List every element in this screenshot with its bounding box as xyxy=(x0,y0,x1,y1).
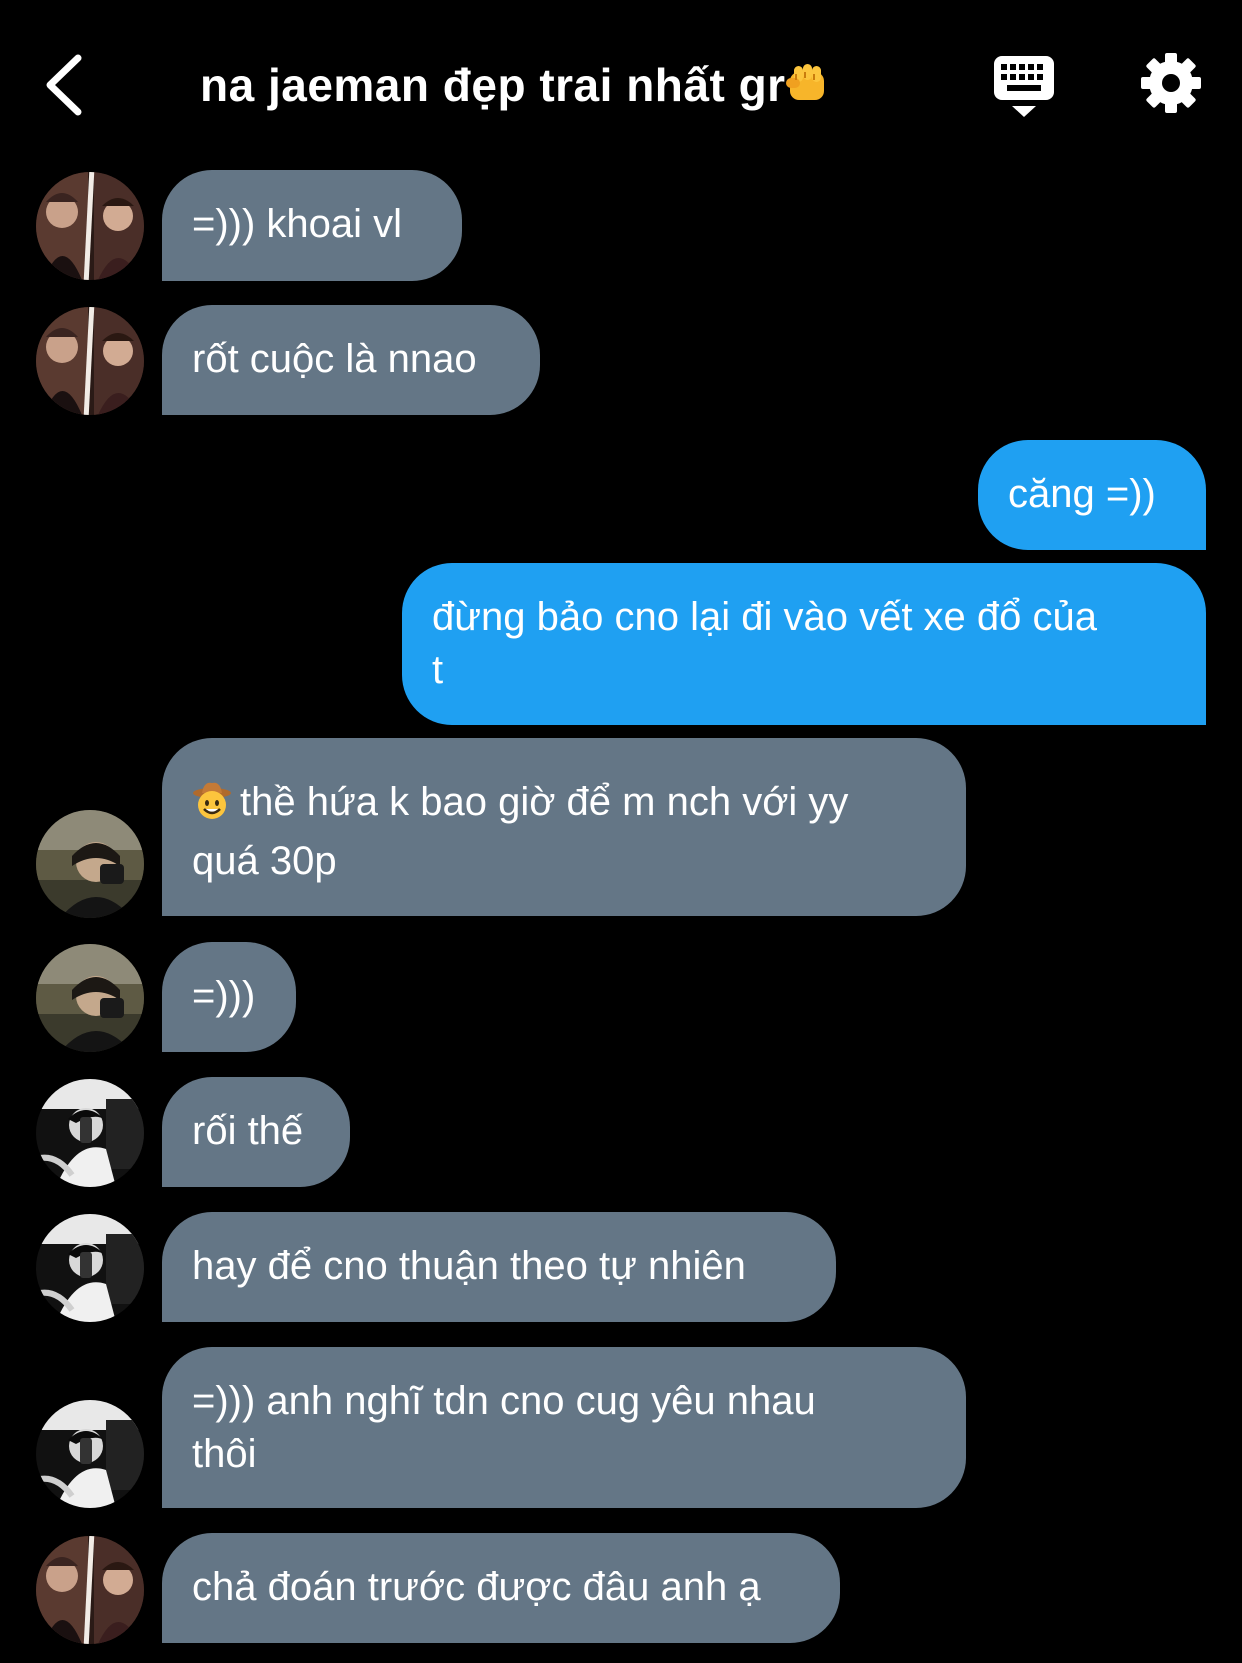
avatar-image xyxy=(36,307,144,415)
message-text: rối thế xyxy=(192,1109,304,1153)
message-bubble-incoming[interactable]: =))) anh nghĩ tdn cno cug yêu nhau thôi xyxy=(162,1347,966,1508)
chat-title[interactable]: na jaeman đẹp trai nhất gr xyxy=(200,58,900,117)
avatar[interactable] xyxy=(36,810,144,918)
avatar-image xyxy=(36,1400,144,1508)
avatar-image xyxy=(36,944,144,1052)
avatar-image xyxy=(36,1214,144,1322)
message-bubble-incoming[interactable]: rốt cuộc là nnao xyxy=(162,305,540,415)
avatar-image xyxy=(36,1079,144,1187)
message-text: căng =)) xyxy=(1008,472,1156,516)
message-text-line: thề hứa k bao giờ để m nch với yy xyxy=(192,776,936,835)
message-bubble-incoming[interactable]: =))) xyxy=(162,942,296,1052)
message-text-line: quá 30p xyxy=(192,839,337,883)
avatar[interactable] xyxy=(36,1214,144,1322)
avatar[interactable] xyxy=(36,1400,144,1508)
message-bubble-outgoing[interactable]: đừng bảo cno lại đi vào vết xe đổ của t xyxy=(402,563,1206,725)
message-bubble-incoming[interactable]: hay để cno thuận theo tự nhiên xyxy=(162,1212,836,1322)
avatar[interactable] xyxy=(36,1079,144,1187)
gear-icon xyxy=(1141,53,1201,113)
avatar[interactable] xyxy=(36,1536,144,1644)
message-bubble-incoming[interactable]: rối thế xyxy=(162,1077,350,1187)
message-text-line: đừng bảo cno lại đi vào vết xe đổ của xyxy=(432,595,1097,639)
avatar-image xyxy=(36,1536,144,1644)
avatar-image xyxy=(36,810,144,918)
message-text-line: t xyxy=(432,648,444,692)
message-text-line: =))) anh nghĩ tdn cno cug yêu nhau xyxy=(192,1379,816,1423)
message-text: =))) xyxy=(192,974,256,1018)
message-bubble-incoming[interactable]: chả đoán trước được đâu anh ạ xyxy=(162,1533,840,1643)
message-text-line: thôi xyxy=(192,1432,257,1476)
chat-header: na jaeman đẹp trai nhất gr xyxy=(0,0,1242,170)
cowboy-emoji-icon xyxy=(192,781,232,835)
avatar[interactable] xyxy=(36,944,144,1052)
message-text: =))) khoai vl xyxy=(192,202,403,246)
settings-button[interactable] xyxy=(1140,52,1202,114)
avatar[interactable] xyxy=(36,172,144,280)
message-text: rốt cuộc là nnao xyxy=(192,337,477,381)
chevron-left-icon xyxy=(46,54,82,116)
message-bubble-incoming[interactable]: =))) khoai vl xyxy=(162,170,462,281)
avatar[interactable] xyxy=(36,307,144,415)
keyboard-button[interactable] xyxy=(992,54,1056,120)
keyboard-icon xyxy=(994,56,1054,117)
message-text: chả đoán trước được đâu anh ạ xyxy=(192,1565,761,1609)
fist-emoji-icon xyxy=(784,60,832,117)
message-bubble-incoming[interactable]: thề hứa k bao giờ để m nch với yy quá 30… xyxy=(162,738,966,916)
avatar-image xyxy=(36,172,144,280)
message-bubble-outgoing[interactable]: căng =)) xyxy=(978,440,1206,550)
message-text: thề hứa k bao giờ để m nch với yy xyxy=(240,780,849,824)
chat-title-text: na jaeman đẹp trai nhất gr xyxy=(200,59,786,111)
message-text: hay để cno thuận theo tự nhiên xyxy=(192,1244,746,1288)
back-button[interactable] xyxy=(40,50,100,120)
